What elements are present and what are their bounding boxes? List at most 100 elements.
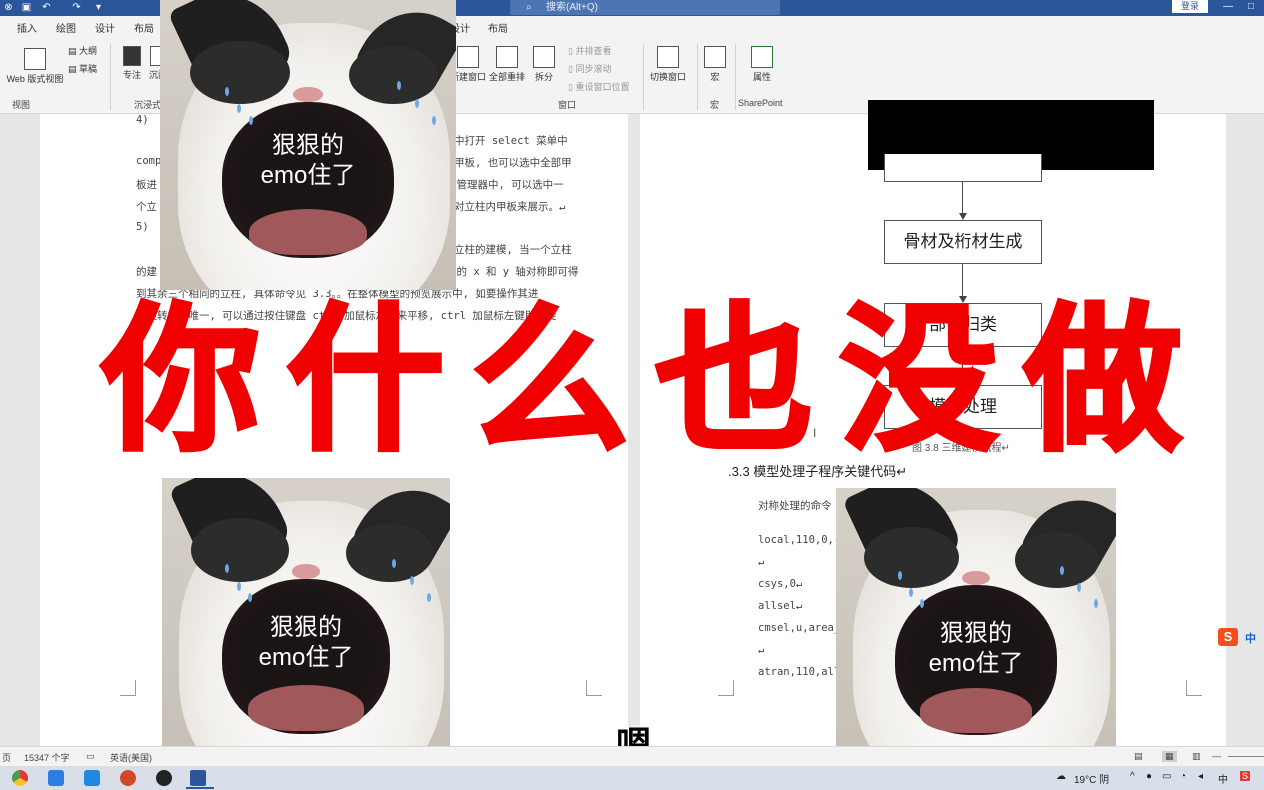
window-controls[interactable]: — □ xyxy=(1212,0,1264,15)
tear-drop xyxy=(414,98,419,108)
doc-line: 个立 xyxy=(136,201,157,213)
doc-line: 5) xyxy=(136,221,149,233)
split-icon xyxy=(533,46,555,68)
app-menu-icon[interactable]: ⊗ xyxy=(2,1,15,14)
zoom-out-icon[interactable]: — xyxy=(1212,751,1221,761)
word-count[interactable]: 15347 个字 xyxy=(24,751,70,764)
tray-chevron-icon[interactable]: ^ xyxy=(1130,771,1135,782)
chrome-icon[interactable] xyxy=(12,770,28,786)
tear-drop xyxy=(248,116,253,125)
doc-line: 板进 xyxy=(136,179,157,191)
tab-table-layout[interactable]: 布局 xyxy=(488,20,508,35)
search-placeholder: 搜索(Alt+Q) xyxy=(546,2,598,13)
new-window-icon xyxy=(457,46,479,68)
split-button[interactable]: 拆分 xyxy=(530,46,558,83)
volume-icon[interactable]: ◂ xyxy=(1198,771,1203,782)
ribbon-separator xyxy=(697,44,698,110)
tear-drop xyxy=(1076,582,1081,592)
save-icon[interactable]: ▣ xyxy=(20,1,33,14)
tear-drop xyxy=(409,575,414,585)
microphone-icon[interactable]: ● xyxy=(1146,771,1152,782)
weather-icon[interactable]: ☁ xyxy=(1056,771,1066,782)
ime-mode-label[interactable]: 中 xyxy=(1245,630,1256,646)
arrange-all-icon xyxy=(496,46,518,68)
tear-drop xyxy=(908,588,913,598)
outline-icon: ▤ xyxy=(68,46,80,56)
tear-drop xyxy=(1060,565,1064,575)
switch-window-button[interactable]: 切换窗口 xyxy=(648,46,688,83)
app-icon[interactable] xyxy=(84,770,100,786)
page-corner-mark xyxy=(718,680,734,696)
tear-drop xyxy=(396,81,401,91)
search-icon: ⌕ xyxy=(526,2,532,13)
flowchart-box: 骨材及桁材生成 xyxy=(884,220,1042,264)
reset-window-position-button[interactable]: ▯ 重设窗口位置 xyxy=(568,80,629,93)
word-icon[interactable] xyxy=(190,770,206,786)
web-layout-view-icon[interactable]: ▥ xyxy=(1192,751,1201,762)
switch-window-icon xyxy=(657,46,679,68)
headline-char: 么 xyxy=(469,289,631,473)
tab-design[interactable]: 设计 xyxy=(95,20,115,35)
wifi-icon[interactable]: ◔ xyxy=(1180,771,1186,782)
taskbar: ☁ 19°C 阴 ^ ● ▭ ◔ ◂ 中 S xyxy=(0,766,1264,790)
proofing-icon[interactable]: ▭ xyxy=(86,751,95,762)
taskbar-ime-label[interactable]: 中 xyxy=(1218,771,1228,786)
search-box[interactable]: ⌕ 搜索(Alt+Q) xyxy=(510,0,780,15)
redo-icon[interactable]: ↷ xyxy=(70,1,83,14)
doc-line: 的建 xyxy=(136,266,157,278)
network-icon[interactable]: ▭ xyxy=(1162,771,1171,782)
ribbon-separator xyxy=(110,44,111,110)
outline-button[interactable]: ▤ 大纲 xyxy=(68,44,97,57)
powerpoint-icon[interactable] xyxy=(120,770,136,786)
login-button[interactable]: 登录 xyxy=(1172,0,1208,13)
code-line: ↵ xyxy=(758,644,765,656)
doc-line: 4) xyxy=(136,114,149,126)
tab-insert[interactable]: 插入 xyxy=(17,20,37,35)
properties-button[interactable]: 属性 xyxy=(750,46,774,83)
tab-layout[interactable]: 布局 xyxy=(134,20,154,35)
focus-button[interactable]: 专注 xyxy=(120,46,144,81)
doc-line: 在管理器中, 可以选中一 xyxy=(446,179,564,191)
tear-drop xyxy=(236,581,241,591)
doc-line: 中打开 select 菜单中 xyxy=(454,135,568,147)
code-line: ↵ xyxy=(758,556,765,568)
print-layout-icon[interactable]: ▦ xyxy=(1162,751,1177,762)
language-indicator[interactable]: 英语(美国) xyxy=(110,751,152,764)
macros-button[interactable]: 宏 xyxy=(702,46,728,83)
tab-draw[interactable]: 绘图 xyxy=(56,20,76,35)
tear-drop xyxy=(897,571,902,581)
read-mode-icon[interactable]: ▤ xyxy=(1134,751,1143,762)
meme-caption: 狠狠的 emo住了 xyxy=(928,619,1024,677)
sogou-ime-icon[interactable]: S xyxy=(1218,628,1238,646)
customize-qat-icon[interactable]: ▾ xyxy=(92,1,105,14)
code-line: atran,110,all, xyxy=(758,666,847,678)
zoom-slider[interactable] xyxy=(1228,756,1264,757)
status-bar: 页 15347 个字 ▭ 英语(美国) ▤ ▦ ▥ — xyxy=(0,746,1264,766)
ribbon-separator xyxy=(643,44,644,110)
draft-button[interactable]: ▤ 草稿 xyxy=(68,62,97,75)
sharepoint-properties-icon xyxy=(751,46,773,68)
undo-icon[interactable]: ↶ xyxy=(40,1,53,14)
headline-char: 做 xyxy=(1022,289,1184,473)
headline-char: 你 xyxy=(100,289,262,473)
page-corner-mark xyxy=(586,680,602,696)
arrange-all-button[interactable]: 全部重排 xyxy=(489,46,525,83)
doc-line: 对立柱内甲板来展示。↵ xyxy=(454,201,566,213)
weather-text[interactable]: 19°C 阴 xyxy=(1074,771,1109,786)
page-indicator[interactable]: 页 xyxy=(2,751,11,764)
headline-char: 也 xyxy=(653,289,815,473)
sync-scroll-button[interactable]: ▯ 同步滚动 xyxy=(568,62,611,75)
group-label-sharepoint: SharePoint xyxy=(738,98,783,108)
group-label-view: 视图 xyxy=(12,100,31,110)
side-by-side-button[interactable]: ▯ 并排查看 xyxy=(568,44,611,57)
app-icon[interactable] xyxy=(48,770,64,786)
sogou-tray-icon[interactable]: S xyxy=(1240,771,1251,781)
web-layout-button[interactable]: Web 版式视图 xyxy=(4,48,66,85)
code-line: cmsel,u,area_l xyxy=(758,622,847,634)
code-line: 对称处理的命令 xyxy=(758,500,832,512)
group-label-window: 窗口 xyxy=(558,100,577,110)
crying-cat-meme: 狠狠的 emo住了 xyxy=(836,488,1116,766)
draft-icon: ▤ xyxy=(68,64,80,74)
obs-icon[interactable] xyxy=(156,770,172,786)
code-line: local,110,0,-0 xyxy=(758,534,847,546)
